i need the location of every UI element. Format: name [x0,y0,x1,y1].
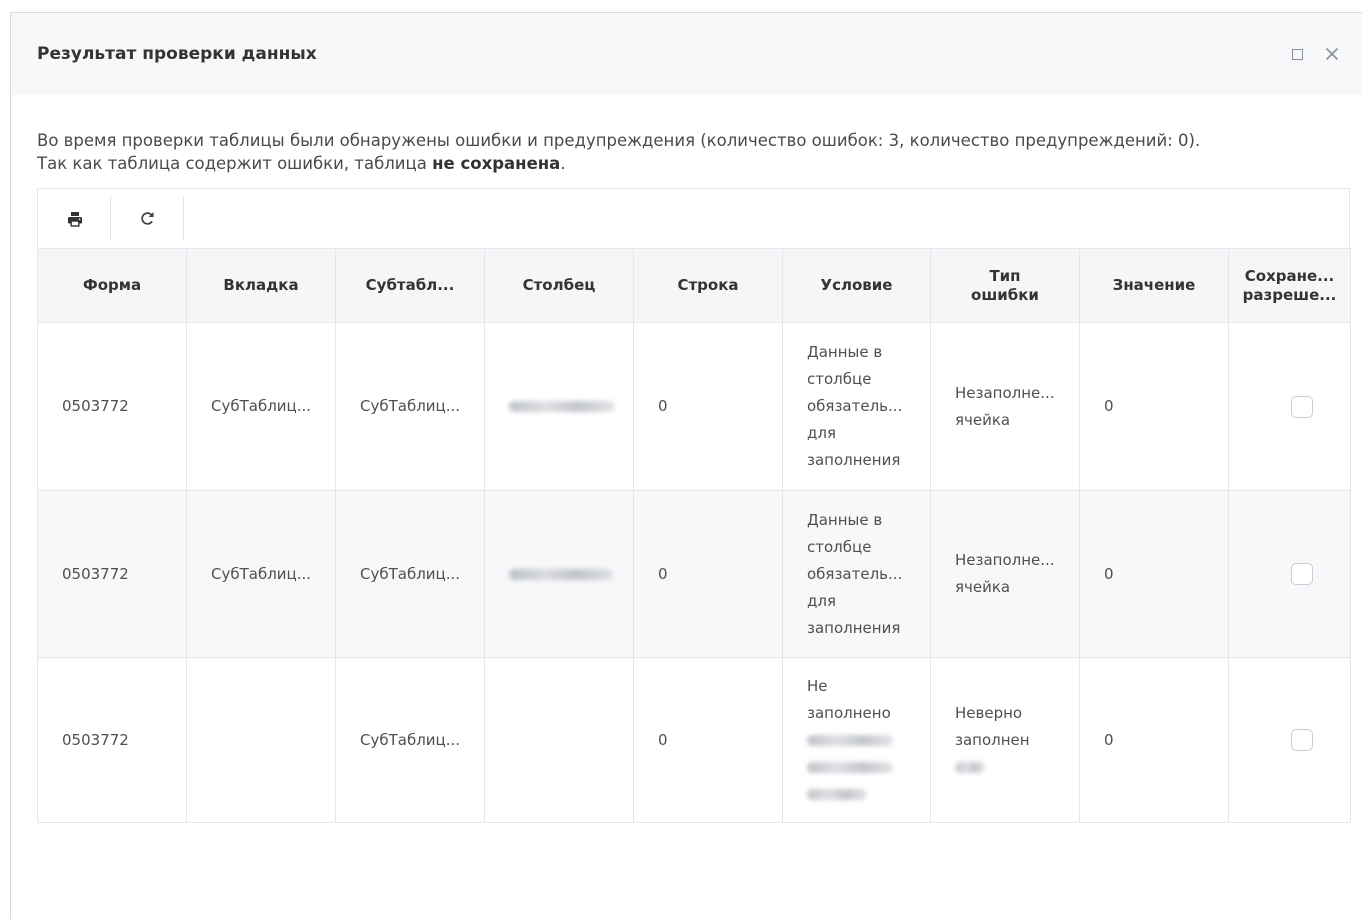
cell-error-type-text: Неверно заполнен [955,703,1030,749]
cell-subtable: СубТаблиц... [335,657,485,823]
table-row[interactable]: 0503772 СубТаблиц... 0 Не заполнено Неве… [37,657,1351,823]
cell-condition-text: Не заполнено [807,676,891,722]
cell-form-text: 0503772 [62,730,129,749]
cell-condition-text: Данные в столбце обязатель... для заполн… [807,510,903,637]
cell-subtable-text: СубТаблиц... [360,730,461,749]
cell-form: 0503772 [37,490,187,658]
table-header-row: Форма Вкладка Субтабл... Столбец Строка … [37,248,1351,323]
redacted-text [807,761,893,773]
message-line-2: Так как таблица содержит ошибки, таблица… [37,152,1337,175]
cell-tab-text: СубТаблиц... [211,397,312,415]
redacted-text [807,788,867,800]
cell-value-text: 0 [1104,397,1114,415]
print-icon [67,211,82,227]
message-line-1: Во время проверки таблицы были обнаружен… [37,131,1201,150]
table-row[interactable]: 0503772 СубТаблиц... СубТаблиц... 0 Данн… [37,322,1351,491]
cell-form-text: 0503772 [62,397,129,415]
cell-tab-text: СубТаблиц... [211,564,312,583]
cell-tab: СубТаблиц... [186,490,336,658]
cell-value: 0 [1079,657,1229,823]
redacted-text [509,568,613,580]
cell-row: 0 [633,657,783,823]
cell-row: 0 [633,490,783,658]
cell-form: 0503772 [37,322,187,491]
cell-subtable: СубТаблиц... [335,490,485,658]
not-saved-label: не сохранена [432,154,561,173]
cell-column [484,322,634,491]
cell-column [484,490,634,658]
table-toolbar [37,188,1350,249]
save-allowed-checkbox[interactable] [1291,729,1313,751]
cell-error-type: Неверно заполнен [930,657,1080,823]
cell-row-text: 0 [658,397,668,415]
cell-row-text: 0 [658,564,668,583]
cell-error-type: Незаполне... ячейка [930,490,1080,658]
cell-save-allowed [1228,322,1351,491]
save-allowed-checkbox[interactable] [1291,563,1313,585]
cell-form: 0503772 [37,657,187,823]
cell-row-text: 0 [658,730,668,749]
cell-error-type-text: Незаполне... ячейка [955,383,1055,429]
table-row[interactable]: 0503772 СубТаблиц... СубТаблиц... 0 Данн… [37,490,1351,658]
cell-save-allowed [1228,657,1351,823]
column-header-tab[interactable]: Вкладка [186,248,336,323]
dialog-header: Результат проверки данных [11,13,1362,95]
maximize-button[interactable] [1287,44,1307,64]
column-header-subtable[interactable]: Субтабл... [335,248,485,323]
column-header-form[interactable]: Форма [37,248,187,323]
cell-subtable-text: СубТаблиц... [360,397,461,415]
column-header-column[interactable]: Столбец [484,248,634,323]
cell-value-text: 0 [1104,730,1114,749]
validation-errors-table: Форма Вкладка Субтабл... Столбец Строка … [37,248,1351,823]
message-line-2-text: Так как таблица содержит ошибки, таблица [37,154,433,173]
cell-condition: Не заполнено [782,657,931,823]
cell-column [484,657,634,823]
column-header-save-allowed[interactable]: Сохране... разреше... [1228,248,1351,323]
redacted-line [807,727,920,754]
message-line-2-end: . [560,154,566,173]
close-button[interactable] [1322,44,1342,64]
cell-value-text: 0 [1104,564,1114,583]
maximize-icon [1291,48,1303,60]
cell-tab [186,657,336,823]
cell-error-type-text: Незаполне... ячейка [955,551,1055,596]
redacted-text [807,734,893,746]
cell-save-allowed [1228,490,1351,658]
close-icon [1325,47,1339,61]
cell-condition-text: Данные в столбце обязатель... для заполн… [807,343,903,469]
cell-condition: Данные в столбце обязатель... для заполн… [782,490,931,658]
redacted-line [807,781,920,808]
column-header-row[interactable]: Строка [633,248,783,323]
save-allowed-checkbox[interactable] [1291,395,1313,418]
cell-subtable: СубТаблиц... [335,322,485,491]
redacted-text [509,401,615,412]
cell-row: 0 [633,322,783,491]
dialog-title: Результат проверки данных [37,44,317,64]
cell-value: 0 [1079,322,1229,491]
column-header-condition[interactable]: Условие [782,248,931,323]
cell-subtable-text: СубТаблиц... [360,564,461,583]
cell-error-type: Незаполне... ячейка [930,322,1080,491]
column-header-error-type[interactable]: Тип ошибки [930,248,1080,323]
cell-form-text: 0503772 [62,564,129,583]
cell-condition: Данные в столбце обязатель... для заполн… [782,322,931,491]
column-header-value[interactable]: Значение [1079,248,1229,323]
redacted-line [807,754,920,781]
refresh-icon [141,211,154,225]
print-button[interactable] [38,189,111,248]
redacted-text [955,761,985,773]
redacted-line [955,754,1069,781]
cell-tab: СубТаблиц... [186,322,336,491]
cell-value: 0 [1079,490,1229,658]
validation-message: Во время проверки таблицы были обнаружен… [37,129,1337,175]
validation-result-dialog: Результат проверки данных Во время прове… [10,12,1362,919]
refresh-button[interactable] [111,189,184,248]
